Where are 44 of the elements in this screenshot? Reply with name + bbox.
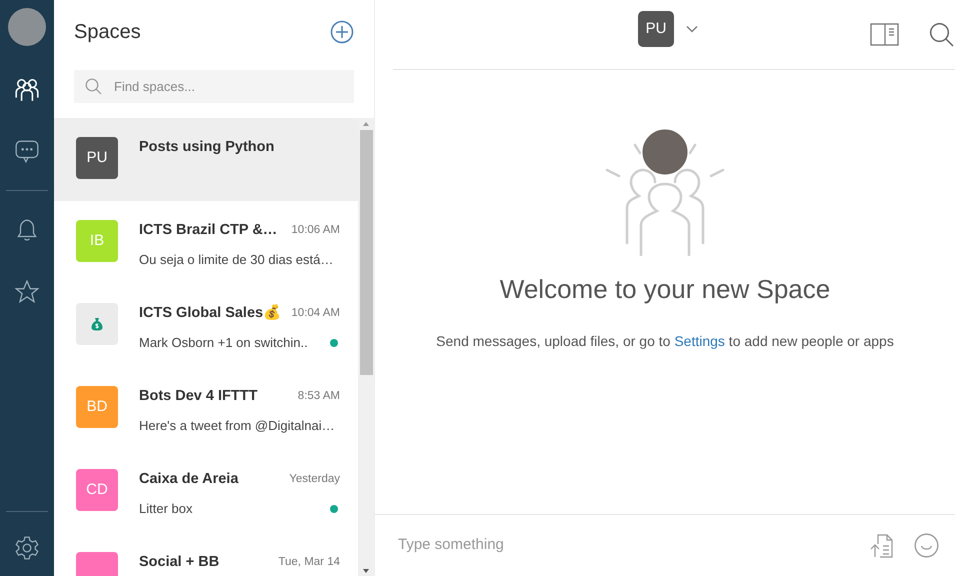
welcome-heading: Welcome to your new Space: [500, 273, 830, 306]
space-avatar: BD: [76, 386, 118, 428]
profile-avatar[interactable]: [8, 8, 46, 46]
timestamp: 10:04 AM: [291, 306, 340, 321]
timestamp: Yesterday: [289, 472, 340, 487]
welcome-text: Send messages, upload files, or go to Settings to add new people or apps: [436, 332, 894, 351]
space-name: Bots Dev 4 IFTTT: [139, 387, 258, 406]
timestamp: Tue, Mar 14: [278, 555, 340, 570]
add-icon[interactable]: [330, 20, 354, 44]
chat-icon[interactable]: [14, 138, 40, 164]
message-preview: Litter box: [139, 500, 192, 518]
search-icon[interactable]: [929, 22, 955, 48]
people-icon[interactable]: [14, 76, 40, 102]
chevron-down-icon[interactable]: [686, 25, 698, 33]
emoji-icon[interactable]: [914, 533, 939, 558]
space-avatar: PU: [76, 137, 118, 179]
side-panel-icon[interactable]: [870, 23, 899, 46]
timestamp: 8:53 AM: [298, 389, 340, 404]
scrollbar[interactable]: [358, 118, 374, 576]
space-avatar[interactable]: PU: [638, 11, 674, 47]
space-name: ICTS Global Sales💰: [139, 303, 282, 323]
upload-file-icon[interactable]: [869, 533, 894, 558]
settings-icon[interactable]: [14, 535, 40, 561]
space-item[interactable]: Social + BB Tue, Mar 14: [54, 533, 358, 576]
message-preview: Ou seja o limite de 30 dias está…: [139, 250, 334, 269]
panel-title: Spaces: [74, 20, 141, 45]
settings-link[interactable]: Settings: [674, 333, 725, 349]
space-name: Social + BB: [139, 553, 220, 572]
space-item[interactable]: PU Posts using Python: [54, 118, 358, 201]
timestamp: 10:06 AM: [291, 223, 340, 238]
message-preview: Mark Osborn +1 on switchin..: [139, 334, 308, 352]
space-avatar: IB: [76, 220, 118, 262]
space-item[interactable]: ICTS Global Sales💰 10:04 AM Mark Osborn +1 on switchin..: [54, 284, 358, 367]
space-name: Posts using Python: [139, 138, 274, 157]
money-bag-icon: [91, 317, 103, 331]
space-name: ICTS Brazil CTP &…: [139, 221, 278, 240]
space-item[interactable]: CD Caixa de Areia Yesterday Litter box: [54, 450, 358, 533]
star-icon[interactable]: [14, 279, 40, 305]
search-field[interactable]: Find spaces...: [74, 70, 354, 103]
space-item[interactable]: IB ICTS Brazil CTP &… 10:06 AM Ou seja o limite de 30 dias está…: [54, 201, 358, 284]
space-avatar: CD: [76, 469, 118, 511]
space-item[interactable]: BD Bots Dev 4 IFTTT 8:53 AM Here's a tweet from @Digitalnai…: [54, 367, 358, 450]
space-name: Caixa de Areia: [139, 470, 238, 489]
message-preview: Here's a tweet from @Digitalnai…: [139, 416, 335, 435]
